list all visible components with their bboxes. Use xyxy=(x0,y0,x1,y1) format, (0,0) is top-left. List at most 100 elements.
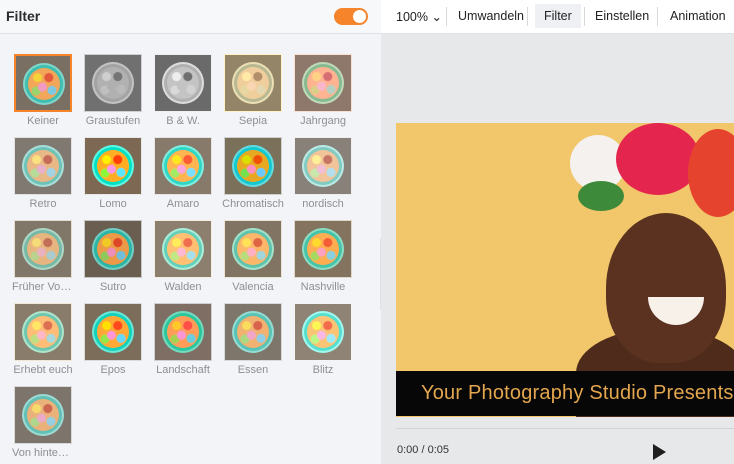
bowl-image xyxy=(232,311,274,353)
filter-label: Nashville xyxy=(300,281,346,293)
filter-label: Früher Vogel xyxy=(12,281,74,293)
filter-option[interactable]: Amaro xyxy=(152,137,214,210)
bowl-image xyxy=(302,228,344,270)
bowl-image xyxy=(92,62,134,104)
filter-thumbnail xyxy=(294,137,352,195)
filter-label: Landschaft xyxy=(156,364,210,376)
bowl-image xyxy=(92,228,134,270)
filter-option[interactable]: nordisch xyxy=(292,137,354,210)
play-icon[interactable] xyxy=(653,444,666,460)
filter-option[interactable]: Von hinten ... xyxy=(12,386,74,459)
filter-label: Keiner xyxy=(27,115,59,127)
filter-label: Essen xyxy=(237,364,269,376)
leaf xyxy=(578,181,624,211)
filter-thumbnail xyxy=(294,303,352,361)
filter-option[interactable]: Walden xyxy=(152,220,214,293)
filter-label: Retro xyxy=(29,198,57,210)
filter-thumbnail xyxy=(224,54,282,112)
filter-thumbnail xyxy=(154,303,212,361)
filter-thumbnail xyxy=(84,220,142,278)
bowl-image xyxy=(302,62,344,104)
filter-thumbnail xyxy=(14,54,72,112)
filter-option[interactable]: Valencia xyxy=(222,220,284,293)
bowl-image xyxy=(22,145,64,187)
filter-thumbnail xyxy=(84,303,142,361)
filter-label: Lomo xyxy=(99,198,127,210)
filter-label: Jahrgang xyxy=(300,115,346,127)
filter-label: Chromatisch xyxy=(222,198,284,210)
filter-option[interactable]: Blitz xyxy=(292,303,354,376)
tab-filter[interactable]: Filter xyxy=(535,4,581,28)
filter-label: Von hinten ... xyxy=(12,447,74,459)
tab-umwandeln[interactable]: Umwandeln xyxy=(458,9,524,23)
filter-option[interactable]: Essen xyxy=(222,303,284,376)
chevron-down-icon: ⌄ xyxy=(431,10,442,24)
filter-label: nordisch xyxy=(302,198,344,210)
bowl-image xyxy=(232,228,274,270)
divider xyxy=(527,7,528,26)
filter-label: Graustufen xyxy=(85,115,141,127)
filter-toggle[interactable] xyxy=(334,8,368,25)
filter-thumbnail xyxy=(224,137,282,195)
tab-einstellen[interactable]: Einstellen xyxy=(595,9,649,23)
bowl-image xyxy=(22,394,64,436)
filter-option[interactable]: Retro xyxy=(12,137,74,210)
filter-option[interactable]: Graustufen xyxy=(82,54,144,127)
filter-label: Walden xyxy=(164,281,202,293)
caption-text: Your Photography Studio Presents xyxy=(421,382,734,404)
filter-label: B & W. xyxy=(166,115,200,127)
filter-thumbnail xyxy=(154,220,212,278)
filter-thumbnail xyxy=(84,54,142,112)
bowl-image xyxy=(92,311,134,353)
bowl-image xyxy=(22,311,64,353)
timeline[interactable] xyxy=(396,428,734,429)
filter-option[interactable]: Früher Vogel xyxy=(12,220,74,293)
filter-thumbnail xyxy=(154,137,212,195)
divider xyxy=(584,7,585,26)
divider xyxy=(446,7,447,26)
tab-animation[interactable]: Animation xyxy=(670,9,726,23)
filter-thumbnail xyxy=(224,303,282,361)
filter-option[interactable]: Nashville xyxy=(292,220,354,293)
filter-option[interactable]: B & W. xyxy=(152,54,214,127)
bowl-image xyxy=(162,311,204,353)
bowl-image xyxy=(162,62,204,104)
filter-thumbnail xyxy=(294,54,352,112)
bowl-image xyxy=(92,145,134,187)
filter-thumbnail xyxy=(294,220,352,278)
filter-thumbnail xyxy=(224,220,282,278)
filter-option[interactable]: Jahrgang xyxy=(292,54,354,127)
filter-option[interactable]: Lomo xyxy=(82,137,144,210)
bowl-image xyxy=(23,63,65,105)
filter-option[interactable]: Erhebt euch xyxy=(12,303,74,376)
panel-title: Filter xyxy=(6,8,41,24)
filter-option[interactable]: Sepia xyxy=(222,54,284,127)
filter-panel-header: Filter xyxy=(0,0,381,34)
toggle-knob xyxy=(353,10,366,23)
bowl-image xyxy=(232,145,274,187)
filter-thumbnail xyxy=(14,386,72,444)
bowl-image xyxy=(232,62,274,104)
portrait-face xyxy=(606,213,726,363)
filter-thumbnail xyxy=(154,54,212,112)
caption-bar: Your Photography Studio Presents xyxy=(396,371,734,416)
filter-label: Epos xyxy=(100,364,126,376)
flower-red xyxy=(616,123,700,195)
filter-option[interactable]: Landschaft xyxy=(152,303,214,376)
filter-label: Sutro xyxy=(99,281,127,293)
filter-option[interactable]: Epos xyxy=(82,303,144,376)
filter-option[interactable]: Keiner xyxy=(12,54,74,127)
bowl-image xyxy=(162,145,204,187)
filter-label: Sepia xyxy=(238,115,268,127)
bowl-image xyxy=(302,145,344,187)
zoom-value: 100% xyxy=(396,10,428,24)
filter-label: Valencia xyxy=(232,281,274,293)
filter-option[interactable]: Sutro xyxy=(82,220,144,293)
zoom-dropdown[interactable]: 100% ⌄ xyxy=(396,9,442,24)
filter-option[interactable]: Chromatisch xyxy=(222,137,284,210)
top-toolbar: 100% ⌄ Umwandeln Filter Einstellen Anima… xyxy=(381,0,734,34)
divider xyxy=(657,7,658,26)
time-display: 0:00 / 0:05 xyxy=(397,444,449,456)
bowl-image xyxy=(302,311,344,353)
bowl-image xyxy=(162,228,204,270)
